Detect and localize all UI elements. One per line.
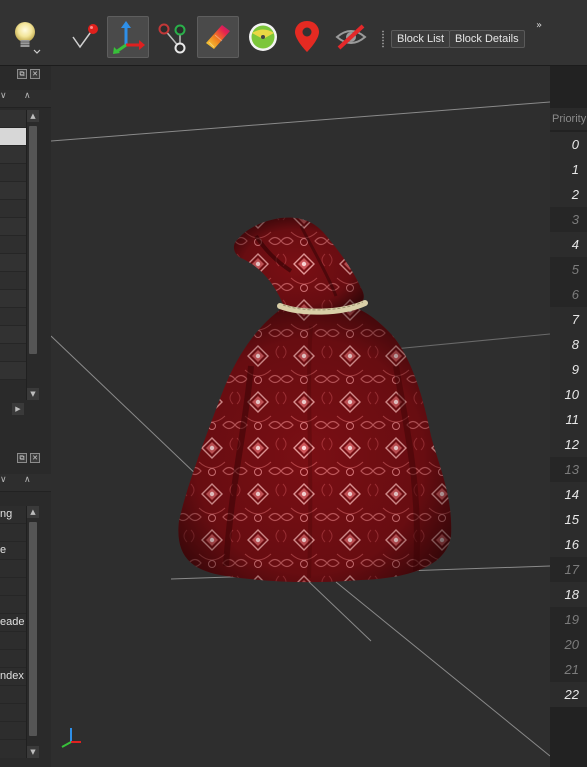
priority-row[interactable]: 17 (550, 557, 587, 582)
expand-chevron-up-icon[interactable]: ∧ (24, 475, 31, 485)
axis-gizmo-icon (61, 728, 81, 748)
priority-row[interactable]: 16 (550, 532, 587, 557)
location-marker-icon[interactable] (286, 16, 328, 58)
priority-column-header[interactable]: Priority (550, 108, 587, 130)
bottom-panel-restore-icon[interactable]: ⧉ (17, 453, 27, 463)
scroll-thumb[interactable] (29, 126, 37, 354)
main-toolbar: Block List Block Details » (0, 0, 587, 66)
list-item[interactable] (0, 326, 26, 344)
priority-row[interactable]: 21 (550, 657, 587, 682)
list-item[interactable] (0, 236, 26, 254)
list-item[interactable] (0, 146, 26, 164)
list-item[interactable] (0, 308, 26, 326)
toolbar-grip-handle[interactable] (381, 30, 385, 48)
scroll-up-arrow-icon[interactable]: ▲ (27, 506, 39, 518)
priority-list: 0 1 2 3 4 5 6 7 8 9 10 11 12 13 14 15 16 17 18 19 20 21 22 (550, 132, 587, 707)
priority-row[interactable]: 8 (550, 332, 587, 357)
list-item[interactable] (0, 200, 26, 218)
property-row[interactable] (0, 632, 26, 650)
priority-row[interactable]: 7 (550, 307, 587, 332)
gradient-texture-icon[interactable] (197, 16, 239, 58)
priority-row[interactable]: 13 (550, 457, 587, 482)
priority-row[interactable]: 19 (550, 607, 587, 632)
expand-chevron-up-icon[interactable]: ∧ (24, 91, 31, 101)
scroll-down-arrow-icon[interactable]: ▼ (27, 388, 39, 400)
property-row[interactable] (0, 578, 26, 596)
priority-row[interactable]: 6 (550, 282, 587, 307)
priority-row[interactable]: 9 (550, 357, 587, 382)
bottom-panel-close-icon[interactable]: ✕ (30, 453, 40, 463)
list-item[interactable] (0, 164, 26, 182)
property-row[interactable]: eade (0, 614, 26, 632)
grid-line-back (51, 101, 550, 142)
list-item[interactable] (0, 254, 26, 272)
property-row[interactable] (0, 686, 26, 704)
top-panel-sort-bar: ∨ ∧ (0, 90, 51, 108)
right-dock: Priority 0 1 2 3 4 5 6 7 8 9 10 11 12 13 14 15 16 17 18 19 2… (550, 66, 587, 767)
property-row[interactable] (0, 650, 26, 668)
priority-row[interactable]: 5 (550, 257, 587, 282)
property-row[interactable] (0, 722, 26, 740)
priority-row[interactable]: 15 (550, 507, 587, 532)
list-item[interactable] (0, 182, 26, 200)
green-sphere-icon[interactable] (242, 16, 284, 58)
top-panel-close-icon[interactable]: ✕ (30, 69, 40, 79)
list-item[interactable] (0, 128, 26, 146)
bottom-panel-sort-bar: ∨ ∧ (0, 474, 51, 492)
3d-viewport[interactable] (51, 66, 550, 767)
priority-row[interactable]: 18 (550, 582, 587, 607)
priority-row[interactable]: 12 (550, 432, 587, 457)
red-patterned-sack[interactable] (178, 217, 452, 583)
priority-row[interactable]: 10 (550, 382, 587, 407)
priority-row[interactable]: 1 (550, 157, 587, 182)
list-item[interactable] (0, 362, 26, 380)
hidden-eye-icon[interactable] (330, 16, 372, 58)
lighting-bulb-icon[interactable] (6, 16, 48, 58)
top-panel-list (0, 110, 26, 400)
priority-row[interactable]: 11 (550, 407, 587, 432)
scroll-corner (26, 402, 39, 416)
scroll-up-arrow-icon[interactable]: ▲ (27, 110, 39, 122)
property-row[interactable]: e (0, 542, 26, 560)
top-panel-header: ⧉ ✕ (0, 66, 51, 84)
block-list-button[interactable]: Block List (391, 30, 451, 48)
priority-row[interactable]: 22 (550, 682, 587, 707)
collapse-chevron-down-icon[interactable]: ∨ (0, 91, 7, 101)
scroll-right-arrow-icon[interactable]: ▶ (12, 403, 24, 415)
viewport-canvas[interactable] (51, 66, 550, 767)
list-item[interactable] (0, 272, 26, 290)
node-graph-icon[interactable] (152, 16, 194, 58)
toolbar-overflow-chevron-icon[interactable]: » (536, 20, 542, 31)
bottom-panel-header: ⧉ ✕ (0, 450, 51, 468)
property-row[interactable] (0, 596, 26, 614)
bottom-panel-property-list: ng e eade ndex (0, 506, 26, 758)
priority-row[interactable]: 3 (550, 207, 587, 232)
move-axes-icon[interactable] (107, 16, 149, 58)
list-item[interactable] (0, 218, 26, 236)
pin-pointer-icon[interactable] (64, 16, 106, 58)
scroll-down-arrow-icon[interactable]: ▼ (27, 746, 39, 758)
priority-row[interactable]: 0 (550, 132, 587, 157)
grid-line-diagonal-right (335, 581, 550, 757)
property-row[interactable]: ng (0, 506, 26, 524)
priority-row[interactable]: 4 (550, 232, 587, 257)
priority-row[interactable]: 20 (550, 632, 587, 657)
left-dock: ⧉ ✕ ∨ ∧ ▲ ▼ ▶ ⧉ ✕ ∨ ∧ ng e eade ndex ▲ ▼ (0, 66, 51, 767)
list-item[interactable] (0, 110, 26, 128)
list-item[interactable] (0, 344, 26, 362)
property-row[interactable] (0, 560, 26, 578)
collapse-chevron-down-icon[interactable]: ∨ (0, 475, 7, 485)
top-panel-hscrollbar[interactable]: ▶ (0, 402, 26, 416)
priority-row[interactable]: 2 (550, 182, 587, 207)
scroll-thumb[interactable] (29, 522, 37, 736)
property-row[interactable] (0, 704, 26, 722)
property-row[interactable]: ndex (0, 668, 26, 686)
priority-row[interactable]: 14 (550, 482, 587, 507)
block-details-button[interactable]: Block Details (449, 30, 525, 48)
top-panel-vscrollbar[interactable]: ▲ ▼ (26, 110, 39, 400)
bottom-panel-vscrollbar[interactable]: ▲ ▼ (26, 506, 39, 758)
top-panel-restore-icon[interactable]: ⧉ (17, 69, 27, 79)
property-row[interactable] (0, 524, 26, 542)
list-item[interactable] (0, 290, 26, 308)
